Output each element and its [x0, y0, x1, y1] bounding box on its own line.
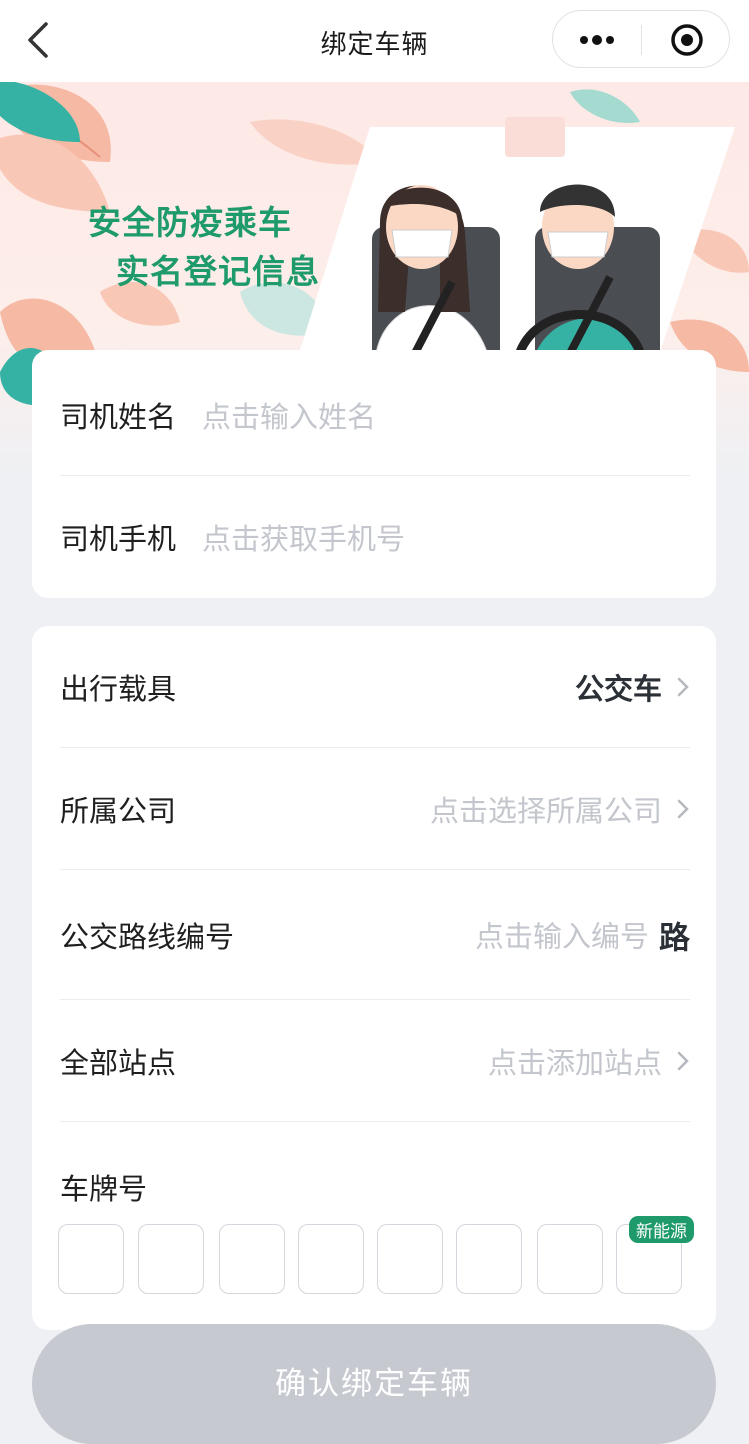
company-label: 所属公司 — [60, 793, 177, 828]
route-suffix: 路 — [659, 920, 690, 956]
driver-name-row[interactable]: 司机姓名 点击输入姓名 — [60, 354, 690, 476]
plate-char-box[interactable] — [377, 1224, 443, 1294]
confirm-bind-button[interactable]: 确认绑定车辆 — [32, 1324, 716, 1444]
nav-bar: 绑定车辆 — [0, 0, 749, 82]
plate-char-box[interactable] — [537, 1224, 603, 1294]
close-target-icon[interactable] — [670, 23, 704, 57]
stations-label: 全部站点 — [60, 1045, 177, 1080]
capsule-divider — [641, 25, 642, 55]
route-number-label: 公交路线编号 — [60, 919, 235, 954]
company-select[interactable]: 点击选择所属公司 — [430, 788, 662, 830]
driver-name-label: 司机姓名 — [60, 399, 177, 434]
plate-char-box[interactable] — [219, 1224, 285, 1294]
driver-phone-label: 司机手机 — [60, 522, 177, 556]
driver-phone-input[interactable]: 点击获取手机号 — [202, 516, 405, 558]
chevron-right-icon — [677, 677, 689, 696]
vehicle-info-card: 出行载具 公交车 所属公司 点击选择所属公司 公交路线编号 点击输入编号 路 全… — [32, 626, 716, 1330]
stations-row[interactable]: 全部站点 点击添加站点 — [60, 1000, 690, 1122]
plate-char-box[interactable] — [456, 1224, 522, 1294]
more-dots-icon[interactable] — [577, 27, 617, 53]
chevron-right-icon — [677, 1051, 689, 1070]
vehicle-type-label: 出行载具 — [60, 671, 177, 706]
plate-number-label: 车牌号 — [60, 1172, 148, 1206]
banner-slogan-line1: 安全防疫乘车 — [88, 203, 292, 242]
plate-char-box[interactable] — [298, 1224, 364, 1294]
driver-phone-row[interactable]: 司机手机 点击获取手机号 — [60, 476, 690, 598]
chevron-right-icon — [677, 799, 689, 818]
route-number-row[interactable]: 公交路线编号 点击输入编号 路 — [60, 870, 690, 1000]
plate-char-box[interactable] — [138, 1224, 204, 1294]
plate-number-inputs: 新能源 — [58, 1216, 698, 1296]
vehicle-type-value: 公交车 — [574, 671, 662, 706]
banner-slogan-line2: 实名登记信息 — [116, 252, 320, 291]
route-number-input[interactable]: 点击输入编号 — [475, 914, 649, 956]
driver-info-card: 司机姓名 点击输入姓名 司机手机 点击获取手机号 — [32, 350, 716, 598]
miniprogram-capsule — [552, 10, 730, 68]
vehicle-type-row[interactable]: 出行载具 公交车 — [60, 626, 690, 748]
plate-char-box[interactable] — [58, 1224, 124, 1294]
company-row[interactable]: 所属公司 点击选择所属公司 — [60, 748, 690, 870]
stations-add[interactable]: 点击添加站点 — [488, 1040, 662, 1082]
driver-name-input[interactable]: 点击输入姓名 — [202, 394, 376, 436]
new-energy-badge: 新能源 — [629, 1216, 694, 1243]
